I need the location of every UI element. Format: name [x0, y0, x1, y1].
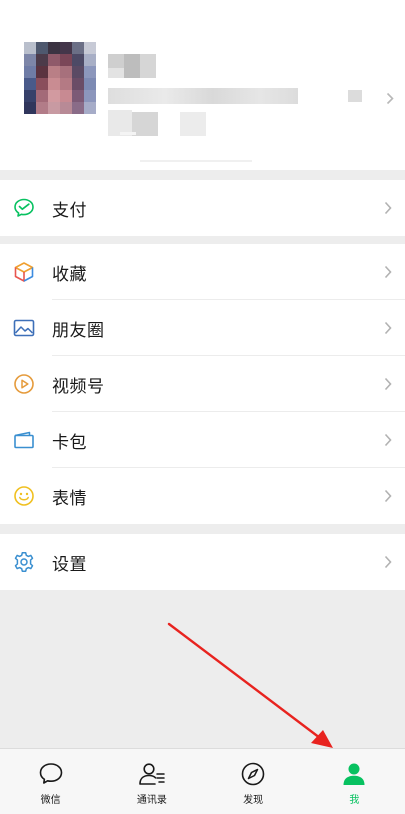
menu-item-channels[interactable]: 视频号	[0, 356, 405, 412]
menu-item-settings[interactable]: 设置	[0, 534, 405, 590]
person-icon	[340, 760, 368, 788]
tab-label: 我	[349, 795, 360, 806]
channels-play-icon	[12, 372, 36, 396]
profile-header[interactable]	[0, 0, 405, 170]
tab-chats[interactable]: 微信	[0, 749, 101, 814]
menu-group-pay: 支付	[0, 180, 405, 236]
chevron-right-icon	[381, 262, 395, 282]
wechat-pay-icon	[12, 196, 36, 220]
menu-group-settings: 设置	[0, 534, 405, 590]
chat-bubble-icon	[37, 760, 65, 788]
tab-label: 微信	[40, 795, 61, 806]
tab-discover[interactable]: 发现	[203, 749, 304, 814]
menu-item-favorites[interactable]: 收藏	[0, 244, 405, 300]
menu-item-label: 朋友圈	[52, 320, 105, 341]
menu-item-label: 支付	[52, 200, 87, 221]
favorites-cube-icon	[12, 260, 36, 284]
chevron-right-icon	[381, 374, 395, 394]
chevron-right-icon	[381, 486, 395, 506]
compass-icon	[239, 760, 267, 788]
menu-item-stickers[interactable]: 表情	[0, 468, 405, 524]
tab-me[interactable]: 我	[304, 749, 405, 814]
tab-label: 通讯录	[136, 795, 167, 806]
profile-chevron-icon	[386, 90, 396, 105]
menu-item-cards[interactable]: 卡包	[0, 412, 405, 468]
moments-picture-icon	[12, 316, 36, 340]
smiley-icon	[12, 484, 36, 508]
avatar[interactable]	[24, 42, 96, 114]
chevron-right-icon	[381, 430, 395, 450]
contacts-icon	[138, 760, 166, 788]
menu-item-label: 收藏	[52, 264, 87, 285]
menu-item-pay[interactable]: 支付	[0, 180, 405, 236]
chevron-right-icon	[381, 198, 395, 218]
menu-item-label: 视频号	[52, 376, 105, 397]
chevron-right-icon	[381, 552, 395, 572]
menu-group-main: 收藏 朋友圈 视频号 卡包 表情	[0, 244, 405, 524]
tab-label: 发现	[243, 795, 264, 806]
menu-item-label: 设置	[52, 554, 87, 575]
menu-item-moments[interactable]: 朋友圈	[0, 300, 405, 356]
menu-item-label: 表情	[52, 488, 87, 509]
gear-icon	[12, 550, 36, 574]
card-wallet-icon	[12, 428, 36, 452]
tab-contacts[interactable]: 通讯录	[101, 749, 202, 814]
chevron-right-icon	[381, 318, 395, 338]
menu-item-label: 卡包	[52, 432, 87, 453]
bottom-tab-bar: 微信 通讯录 发现 我	[0, 748, 405, 814]
